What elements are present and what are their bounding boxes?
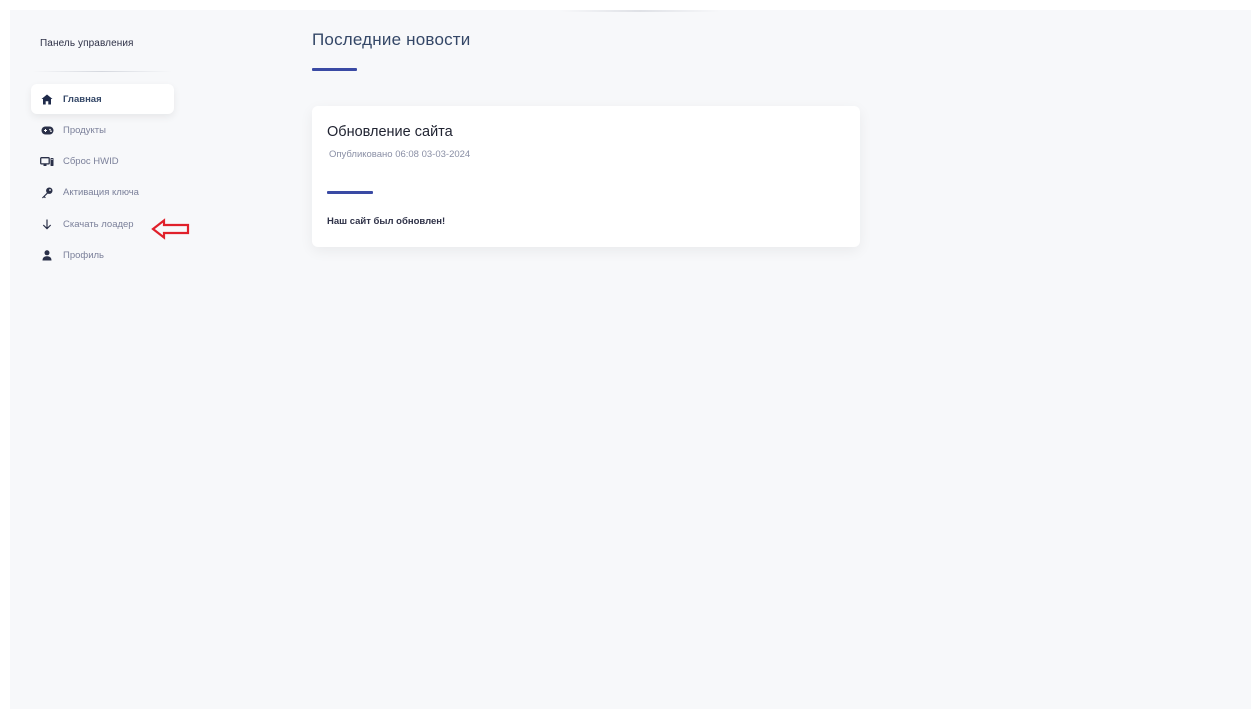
top-divider <box>560 10 720 12</box>
sidebar-item-label: Главная <box>63 93 102 105</box>
monitor-icon <box>40 155 54 169</box>
sidebar-divider <box>32 71 172 72</box>
user-icon <box>40 248 54 262</box>
sidebar-item-label: Скачать лоадер <box>63 218 134 230</box>
arrow-down-icon <box>40 217 54 231</box>
sidebar-item-home[interactable]: Главная <box>31 84 174 114</box>
news-divider <box>327 191 373 194</box>
title-underline <box>312 68 357 71</box>
news-card: Обновление сайта Опубликовано 06:08 03-0… <box>312 106 860 247</box>
news-date: Опубликовано 06:08 03-03-2024 <box>329 149 471 160</box>
sidebar-item-products[interactable]: Продукты <box>31 115 174 145</box>
sidebar-item-label: Сброс HWID <box>63 156 119 168</box>
sidebar-brand[interactable]: Панель управления <box>40 38 134 49</box>
gamepad-icon <box>40 123 54 137</box>
home-icon <box>40 92 54 106</box>
sidebar-item-hwid-reset[interactable]: Сброс HWID <box>31 147 174 177</box>
red-arrow-annotation-icon <box>151 218 191 245</box>
news-body: Наш сайт был обновлен! <box>327 216 446 227</box>
key-icon <box>40 186 54 200</box>
page-title: Последние новости <box>312 30 471 49</box>
sidebar-item-key-activation[interactable]: Активация ключа <box>31 178 174 208</box>
sidebar-item-label: Продукты <box>63 124 106 136</box>
news-title: Обновление сайта <box>327 124 453 140</box>
sidebar-item-label: Активация ключа <box>63 187 139 199</box>
sidebar-item-label: Профиль <box>63 249 105 261</box>
